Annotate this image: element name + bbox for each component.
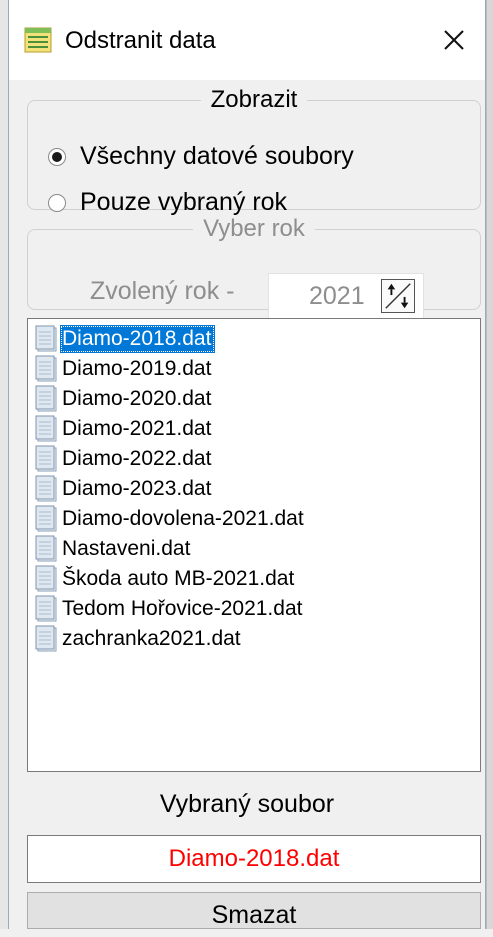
list-item[interactable]: Diamo-2019.dat: [34, 355, 215, 383]
file-icon: [35, 445, 57, 472]
file-icon: [35, 325, 57, 352]
file-icon: [35, 385, 57, 412]
year-group: Vyber rok Zvolený rok - 2021: [27, 215, 481, 319]
show-group: Zobrazit Všechny datové soubory Pouze vy…: [27, 86, 481, 216]
file-icon: [35, 535, 57, 562]
file-name: Diamo-dovolena-2021.dat: [62, 507, 304, 530]
radio-selected-year-label: Pouze vybraný rok: [80, 188, 288, 216]
list-item[interactable]: Škoda auto MB-2021.dat: [34, 565, 298, 593]
close-icon: [444, 30, 464, 50]
file-name: Nastaveni.dat: [62, 537, 191, 560]
file-icon: [35, 505, 57, 532]
file-icon: [35, 595, 57, 622]
app-icon: [24, 27, 52, 53]
radio-all-files-indicator[interactable]: [48, 147, 66, 166]
file-icon: [35, 625, 57, 652]
year-label: Zvolený rok -: [90, 277, 235, 305]
delete-button[interactable]: Smazat: [27, 892, 481, 929]
file-name: Diamo-2019.dat: [62, 357, 212, 380]
file-name: Diamo-2021.dat: [62, 417, 212, 440]
delete-data-dialog: Odstranit data Zobrazit Všechny datové s…: [8, 0, 486, 929]
file-name: Tedom Hořovice-2021.dat: [62, 597, 303, 620]
list-item[interactable]: Nastaveni.dat: [34, 535, 194, 563]
title-bar: Odstranit data: [9, 0, 485, 80]
list-item[interactable]: Diamo-2023.dat: [34, 475, 215, 503]
file-name: Diamo-2018.dat: [60, 325, 216, 353]
list-item[interactable]: Diamo-2018.dat: [34, 325, 216, 353]
list-item[interactable]: Diamo-2020.dat: [34, 385, 215, 413]
file-name: Diamo-2022.dat: [62, 447, 212, 470]
file-name: Diamo-2020.dat: [62, 387, 212, 410]
file-icon: [35, 475, 57, 502]
file-name: Škoda auto MB-2021.dat: [62, 567, 295, 590]
file-name: zachranka2021.dat: [62, 627, 241, 650]
radio-selected-year[interactable]: Pouze vybraný rok: [48, 188, 287, 217]
show-group-legend: Zobrazit: [210, 86, 298, 113]
radio-all-files[interactable]: Všechny datové soubory: [48, 142, 354, 171]
file-icon: [35, 415, 57, 442]
year-spinbox[interactable]: 2021: [268, 273, 424, 319]
year-value: 2021: [309, 282, 365, 310]
selected-file-value: Diamo-2018.dat: [27, 835, 481, 883]
file-icon: [35, 355, 57, 382]
file-icon: [35, 565, 57, 592]
list-item[interactable]: Diamo-2021.dat: [34, 415, 215, 443]
radio-selected-year-indicator[interactable]: [48, 193, 66, 212]
list-item[interactable]: Diamo-2022.dat: [34, 445, 215, 473]
file-list[interactable]: Diamo-2018.dat Diamo-2019.dat Diamo-2020.d…: [27, 318, 481, 772]
window-title: Odstranit data: [65, 27, 216, 54]
radio-all-files-label: Všechny datové soubory: [80, 142, 354, 170]
background-window-edge-right: [486, 0, 493, 929]
close-button[interactable]: [429, 14, 479, 66]
file-name: Diamo-2023.dat: [62, 477, 212, 500]
spin-updown-icon[interactable]: [381, 279, 415, 313]
selected-file-label: Vybraný soubor: [159, 790, 335, 818]
list-item[interactable]: Tedom Hořovice-2021.dat: [34, 595, 306, 623]
list-item[interactable]: Diamo-dovolena-2021.dat: [34, 505, 308, 533]
list-item[interactable]: zachranka2021.dat: [34, 625, 245, 653]
year-group-legend: Vyber rok: [203, 215, 305, 242]
